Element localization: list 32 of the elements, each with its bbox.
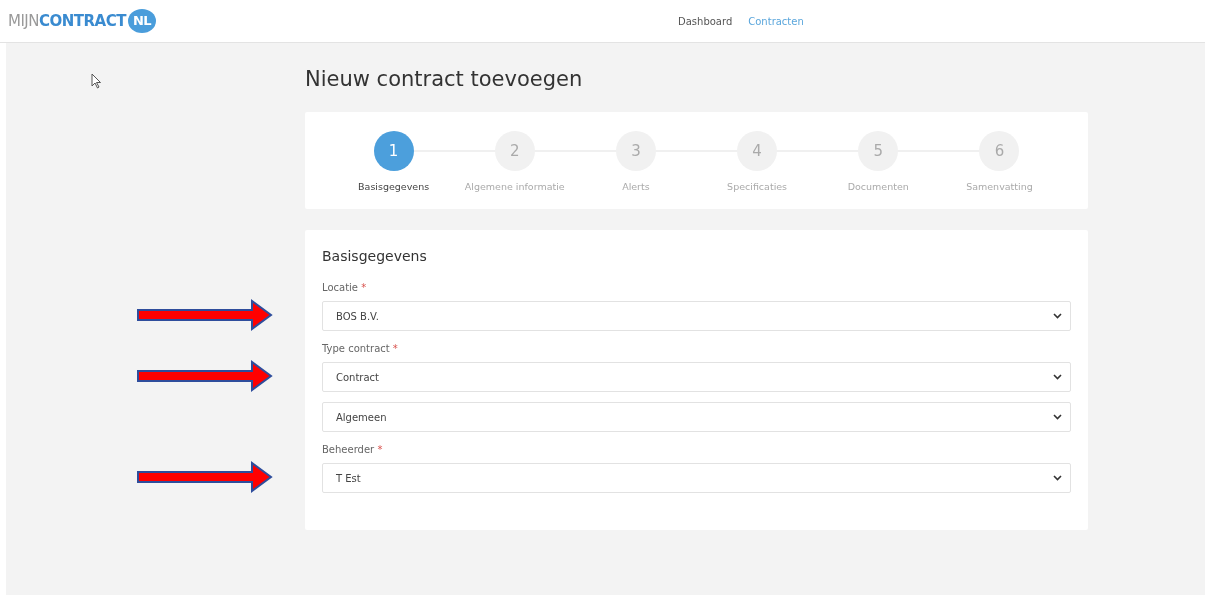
required-mark: * bbox=[361, 282, 367, 294]
step-label: Basisgegevens bbox=[358, 180, 430, 195]
step-label: Specificaties bbox=[727, 180, 788, 195]
select-field[interactable]: Contract bbox=[322, 362, 1071, 393]
step-label: Documenten bbox=[847, 180, 909, 195]
logo[interactable]: MIJNCONTRACT NL bbox=[8, 9, 156, 33]
step-circle[interactable]: 4 bbox=[737, 131, 778, 172]
step-circle[interactable]: 6 bbox=[979, 131, 1020, 172]
step-circle[interactable]: 3 bbox=[615, 131, 656, 172]
step-circle[interactable]: 2 bbox=[494, 131, 535, 172]
chevron-down-icon bbox=[1053, 414, 1062, 421]
step-label: Samenvatting bbox=[966, 180, 1033, 195]
step-circle[interactable]: 5 bbox=[858, 131, 899, 172]
page-title: Nieuw contract toevoegen bbox=[305, 67, 584, 93]
select-field[interactable]: Algemeen bbox=[322, 402, 1071, 433]
field-label: Locatie * bbox=[322, 281, 368, 296]
step-circle[interactable]: 1 bbox=[373, 131, 414, 172]
step-label: Alerts bbox=[622, 180, 650, 195]
chevron-down-icon bbox=[1053, 475, 1062, 482]
step-label: Algemene informatie bbox=[464, 180, 565, 195]
field-label: Beheerder * bbox=[322, 443, 384, 458]
nav-link-item[interactable]: Dashboard bbox=[678, 14, 733, 29]
select-field[interactable]: T Est bbox=[322, 463, 1071, 494]
chevron-down-icon bbox=[1053, 374, 1062, 381]
select-field[interactable]: BOS B.V. bbox=[322, 301, 1071, 332]
chevron-down-icon bbox=[1053, 313, 1062, 320]
nav-link-item[interactable]: Contracten bbox=[748, 14, 804, 29]
field-label: Type contract * bbox=[322, 342, 399, 357]
cursor-icon bbox=[91, 73, 102, 89]
required-mark: * bbox=[392, 343, 398, 355]
required-mark: * bbox=[377, 444, 383, 456]
form-heading: Basisgegevens bbox=[322, 247, 428, 267]
